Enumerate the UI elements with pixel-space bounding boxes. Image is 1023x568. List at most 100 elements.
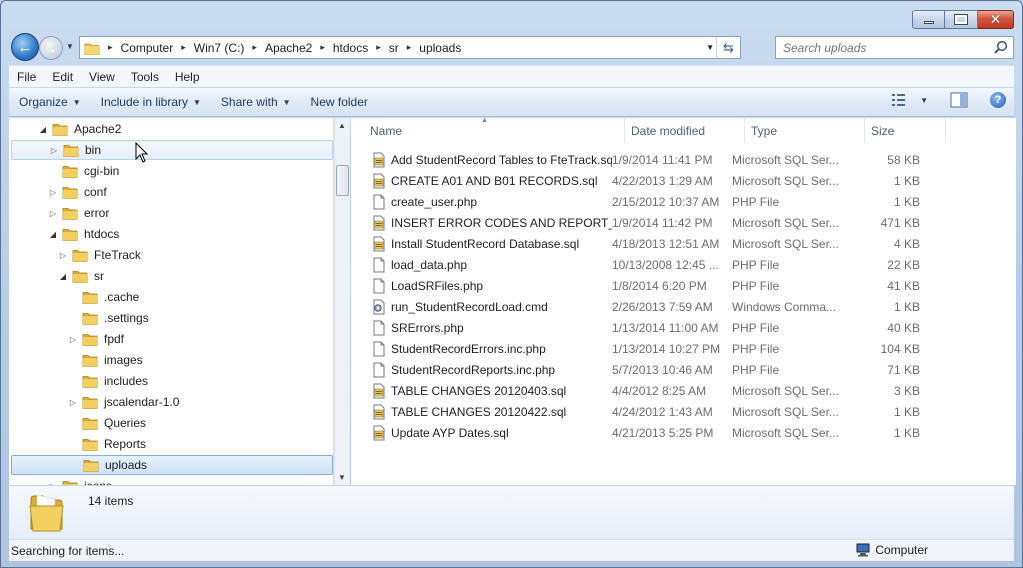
tree-item[interactable]: ◢ Apache2 bbox=[38, 119, 121, 139]
collapse-icon[interactable]: ◢ bbox=[48, 230, 58, 239]
tree-item[interactable]: ▷ error bbox=[48, 203, 109, 223]
chevron-down-icon: ▼ bbox=[193, 97, 201, 107]
expand-icon[interactable]: ▷ bbox=[68, 335, 78, 344]
close-button[interactable]: ✕ bbox=[978, 10, 1014, 29]
tree-item-label: .cache bbox=[104, 290, 140, 304]
scroll-up-icon[interactable]: ▲ bbox=[338, 121, 346, 130]
back-button[interactable]: ← bbox=[11, 33, 39, 61]
file-row[interactable]: CREATE A01 AND B01 RECORDS.sql 4/22/2013 … bbox=[351, 170, 920, 191]
view-options-icon[interactable] bbox=[892, 93, 910, 107]
breadcrumb-item[interactable]: htdocs bbox=[333, 41, 368, 55]
menu-file[interactable]: File bbox=[9, 70, 44, 84]
tree-item[interactable]: ▷ conf bbox=[48, 182, 107, 202]
preview-pane-icon[interactable] bbox=[950, 92, 968, 108]
navigation-pane-scrollbar[interactable]: ▲ ▼ bbox=[334, 118, 350, 485]
expand-icon[interactable]: ▷ bbox=[48, 188, 58, 197]
share-with-button[interactable]: Share with ▼ bbox=[211, 95, 301, 109]
tree-item[interactable]: Reports bbox=[68, 434, 146, 454]
expand-icon[interactable]: ▷ bbox=[68, 398, 78, 407]
folder-icon bbox=[82, 355, 98, 367]
menu-tools[interactable]: Tools bbox=[123, 70, 167, 84]
file-row[interactable]: Update AYP Dates.sql 4/21/2013 5:25 PM Mic… bbox=[351, 422, 920, 443]
tree-item[interactable]: ▷ FteTrack bbox=[58, 245, 141, 265]
status-text: Searching for items... bbox=[11, 543, 125, 558]
file-row[interactable]: run_StudentRecordLoad.cmd 2/26/2013 7:59 … bbox=[351, 296, 920, 317]
tree-item[interactable]: uploads bbox=[11, 455, 333, 475]
file-row[interactable]: create_user.php 2/15/2012 10:37 AM PHP Fil… bbox=[351, 191, 920, 212]
tree-item[interactable]: .cache bbox=[68, 287, 139, 307]
column-header-date[interactable]: Date modified bbox=[625, 118, 745, 143]
tree-item[interactable]: ▷ fpdf bbox=[68, 329, 124, 349]
recent-pages-dropdown[interactable]: ▼ bbox=[66, 42, 74, 51]
tree-item[interactable]: .settings bbox=[68, 308, 149, 328]
file-row[interactable]: TABLE CHANGES 20120422.sql 4/24/2012 1:43… bbox=[351, 401, 920, 422]
breadcrumb-item[interactable]: uploads bbox=[419, 41, 461, 55]
file-row[interactable]: Install StudentRecord Database.sql 4/18/2… bbox=[351, 233, 920, 254]
file-row[interactable]: INSERT ERROR CODES AND REPORT_CA...1/9/2… bbox=[351, 212, 920, 233]
breadcrumb-item[interactable]: Apache2 bbox=[265, 41, 312, 55]
organize-button[interactable]: Organize ▼ bbox=[9, 95, 91, 109]
file-row[interactable]: Add StudentRecord Tables to FteTrack.sql… bbox=[351, 149, 920, 170]
column-header-type[interactable]: Type bbox=[745, 118, 865, 143]
include-in-library-button[interactable]: Include in library ▼ bbox=[91, 95, 211, 109]
mouse-cursor-icon bbox=[135, 142, 149, 163]
menu-view[interactable]: View bbox=[81, 70, 123, 84]
address-bar[interactable]: ▸ Computer ▸ Win7 (C:) ▸ Apache2 ▸ htdoc… bbox=[79, 36, 741, 59]
search-input[interactable] bbox=[783, 40, 983, 55]
breadcrumb-item[interactable]: Computer bbox=[121, 41, 174, 55]
tree-item[interactable]: ▷ bin bbox=[11, 140, 333, 160]
search-box[interactable] bbox=[775, 36, 1014, 59]
collapse-icon[interactable]: ◢ bbox=[38, 125, 48, 134]
folder-icon bbox=[52, 121, 68, 137]
expand-icon[interactable]: ▷ bbox=[48, 209, 58, 218]
tree-item[interactable]: ▷ jscalendar-1.0 bbox=[68, 392, 179, 412]
tree-item[interactable]: includes bbox=[68, 371, 148, 391]
address-dropdown-icon[interactable]: ▼ bbox=[706, 43, 714, 52]
breadcrumb-separator[interactable]: ▸ bbox=[173, 42, 194, 53]
breadcrumb-item[interactable]: Win7 (C:) bbox=[194, 41, 245, 55]
file-row[interactable]: load_data.php 10/13/2008 12:45 ... PHP Fil… bbox=[351, 254, 920, 275]
tree-item[interactable]: ▷icons bbox=[48, 476, 112, 485]
help-icon[interactable]: ? bbox=[990, 92, 1006, 108]
tree-item[interactable]: images bbox=[68, 350, 143, 370]
column-header-name[interactable]: ▲ Name bbox=[351, 117, 625, 143]
new-folder-button[interactable]: New folder bbox=[301, 95, 378, 109]
file-row[interactable]: TABLE CHANGES 20120403.sql 4/4/2012 8:25 … bbox=[351, 380, 920, 401]
cmd-file-icon bbox=[371, 299, 387, 315]
column-header-size[interactable]: Size bbox=[865, 118, 946, 143]
file-row[interactable]: LoadSRFiles.php 1/8/2014 6:20 PM PHP File 4… bbox=[351, 275, 920, 296]
php-file-icon bbox=[371, 194, 387, 210]
tree-item[interactable]: Queries bbox=[68, 413, 146, 433]
tree-item-label: uploads bbox=[105, 458, 148, 472]
menu-edit[interactable]: Edit bbox=[44, 70, 81, 84]
breadcrumb-separator[interactable]: ▸ bbox=[312, 42, 333, 53]
maximize-button[interactable] bbox=[945, 10, 978, 29]
file-name: run_StudentRecordLoad.cmd bbox=[391, 299, 548, 314]
refresh-button[interactable]: ⇆ bbox=[716, 37, 740, 58]
tree-item-label: FteTrack bbox=[94, 248, 141, 262]
minimize-button[interactable] bbox=[912, 10, 945, 29]
breadcrumb-item[interactable]: sr bbox=[389, 41, 399, 55]
search-icon[interactable] bbox=[993, 40, 1008, 55]
breadcrumb-separator[interactable]: ▸ bbox=[399, 42, 420, 53]
back-arrow-icon: ← bbox=[17, 38, 33, 56]
file-row[interactable]: StudentRecordReports.inc.php 5/7/2013 10:… bbox=[351, 359, 920, 380]
collapse-icon[interactable]: ◢ bbox=[58, 272, 68, 281]
tree-item[interactable]: ◢ htdocs bbox=[48, 224, 119, 244]
menu-help[interactable]: Help bbox=[167, 70, 208, 84]
sql-file-icon bbox=[371, 173, 387, 189]
expand-icon[interactable]: ▷ bbox=[58, 251, 68, 260]
file-row[interactable]: SRErrors.php 1/13/2014 11:00 AM PHP File 40… bbox=[351, 317, 920, 338]
forward-button[interactable]: → bbox=[39, 36, 63, 60]
breadcrumb-separator[interactable]: ▸ bbox=[368, 42, 389, 53]
file-name-cell: create_user.php bbox=[351, 194, 612, 210]
status-bar: Searching for items... Computer bbox=[9, 539, 1014, 561]
chevron-down-icon[interactable]: ▼ bbox=[920, 96, 928, 105]
tree-item[interactable]: ◢ sr bbox=[58, 266, 104, 286]
breadcrumb-separator[interactable]: ▸ bbox=[244, 42, 265, 53]
tree-item[interactable]: cgi-bin bbox=[48, 161, 119, 181]
file-row[interactable]: StudentRecordErrors.inc.php 1/13/2014 10:… bbox=[351, 338, 920, 359]
scrollbar-thumb[interactable] bbox=[336, 165, 349, 196]
expand-icon[interactable]: ▷ bbox=[49, 146, 59, 155]
scroll-down-icon[interactable]: ▼ bbox=[338, 473, 346, 482]
